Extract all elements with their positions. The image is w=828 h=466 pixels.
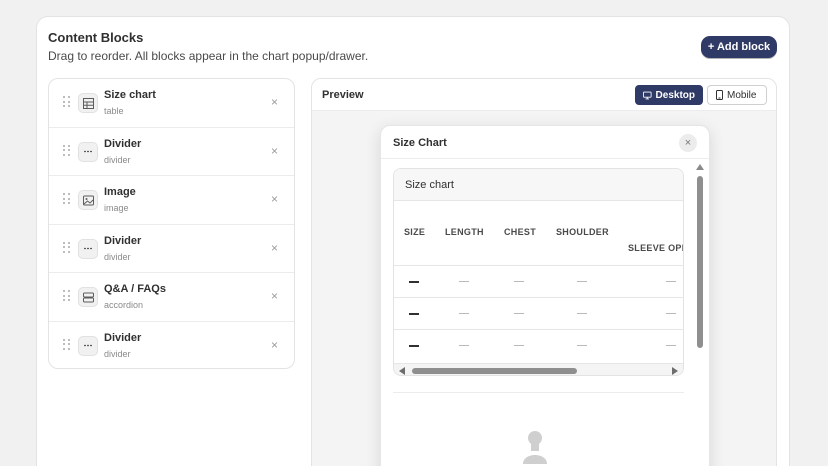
divider xyxy=(394,200,683,201)
column-header-sleeve: SLEEVE OPI xyxy=(628,243,684,253)
close-icon[interactable]: × xyxy=(679,134,697,152)
table-icon xyxy=(78,93,98,113)
cell-dash xyxy=(459,313,469,314)
divider xyxy=(394,297,683,298)
desktop-label: Desktop xyxy=(655,89,695,101)
cell-dash xyxy=(459,345,469,346)
modal-title: Size Chart xyxy=(393,137,447,149)
scrollbar-thumb[interactable] xyxy=(412,368,577,374)
divider-icon xyxy=(78,238,98,259)
cell-dash xyxy=(514,313,524,314)
modal-divider xyxy=(381,158,709,159)
block-item-faqs[interactable]: Q&A / FAQs accordion × xyxy=(49,273,294,322)
cell-dash xyxy=(459,281,469,282)
remove-block-icon[interactable]: × xyxy=(271,338,278,352)
table-header-bar: Size chart xyxy=(394,169,683,201)
drag-handle-icon[interactable] xyxy=(63,290,71,302)
block-name: Divider xyxy=(104,137,142,150)
column-header-size: SIZE xyxy=(404,227,426,237)
cell-dash xyxy=(409,345,419,347)
block-type: accordion xyxy=(104,300,144,310)
drag-handle-icon[interactable] xyxy=(63,193,71,205)
remove-block-icon[interactable]: × xyxy=(271,241,278,255)
block-type: divider xyxy=(104,348,131,359)
scroll-left-icon[interactable] xyxy=(399,367,405,375)
drag-handle-icon[interactable] xyxy=(63,338,71,351)
mobile-toggle[interactable]: Mobile xyxy=(707,85,767,105)
divider-icon xyxy=(78,141,98,162)
block-item-image[interactable]: Image image × xyxy=(49,176,294,225)
block-name: Q&A / FAQs xyxy=(104,283,166,295)
block-type: divider xyxy=(104,251,131,262)
cell-dash xyxy=(409,313,419,315)
cell-dash xyxy=(577,345,587,346)
horizontal-scrollbar[interactable] xyxy=(394,363,683,375)
accordion-icon xyxy=(78,287,98,307)
block-type: image xyxy=(104,203,129,213)
cell-dash xyxy=(577,313,587,314)
cell-dash xyxy=(666,281,676,282)
cell-dash xyxy=(514,345,524,346)
column-header-length: LENGTH xyxy=(445,227,484,237)
mobile-icon xyxy=(716,90,723,100)
vertical-scrollbar[interactable] xyxy=(695,162,705,466)
size-chart-modal: Size Chart × Size chart SIZE LENGTH CHES… xyxy=(380,125,710,466)
remove-block-icon[interactable]: × xyxy=(271,289,278,303)
add-block-button[interactable]: + Add block xyxy=(701,36,777,58)
block-type: table xyxy=(104,106,124,116)
block-name: Divider xyxy=(104,234,142,247)
block-item-divider[interactable]: Divider divider × xyxy=(49,225,294,273)
remove-block-icon[interactable]: × xyxy=(271,144,278,158)
block-item-size-chart[interactable]: Size chart table × xyxy=(49,79,294,128)
blocks-list: Size chart table × Divider divider × Ima… xyxy=(48,78,295,369)
person-silhouette-icon xyxy=(520,428,550,466)
block-name: Size chart xyxy=(104,89,156,101)
block-name: Divider xyxy=(104,331,142,344)
preview-panel: Preview Desktop Mobile Size Chart × Size… xyxy=(311,78,777,466)
preview-title: Preview xyxy=(322,89,364,101)
drag-handle-icon[interactable] xyxy=(63,96,71,108)
mobile-label: Mobile xyxy=(727,89,757,101)
block-item-divider[interactable]: Divider divider × xyxy=(49,128,294,176)
scroll-up-icon[interactable] xyxy=(696,164,704,170)
remove-block-icon[interactable]: × xyxy=(271,192,278,206)
divider xyxy=(394,329,683,330)
remove-block-icon[interactable]: × xyxy=(271,95,278,109)
scrollbar-thumb[interactable] xyxy=(697,176,703,348)
column-header-chest: CHEST xyxy=(504,227,537,237)
section-subtitle: Drag to reorder. All blocks appear in th… xyxy=(48,49,369,63)
cell-dash xyxy=(577,281,587,282)
divider-icon xyxy=(78,335,98,356)
cell-dash xyxy=(409,281,419,283)
block-item-divider[interactable]: Divider divider × xyxy=(49,322,294,369)
section-title: Content Blocks xyxy=(48,30,144,45)
drag-handle-icon[interactable] xyxy=(63,144,71,157)
divider xyxy=(393,392,684,393)
divider xyxy=(394,265,683,266)
scroll-right-icon[interactable] xyxy=(672,367,678,375)
table-title: Size chart xyxy=(405,179,454,191)
block-type: divider xyxy=(104,154,131,165)
desktop-toggle[interactable]: Desktop xyxy=(635,85,703,105)
block-name: Image xyxy=(104,186,136,198)
cell-dash xyxy=(666,345,676,346)
cell-dash xyxy=(514,281,524,282)
preview-header: Preview Desktop Mobile xyxy=(312,79,776,111)
drag-handle-icon[interactable] xyxy=(63,241,71,254)
size-chart-table-card: Size chart SIZE LENGTH CHEST SHOULDER SL… xyxy=(393,168,684,376)
cell-dash xyxy=(666,313,676,314)
column-header-shoulder: SHOULDER xyxy=(556,227,609,237)
desktop-icon xyxy=(643,91,652,99)
image-icon xyxy=(78,190,98,210)
